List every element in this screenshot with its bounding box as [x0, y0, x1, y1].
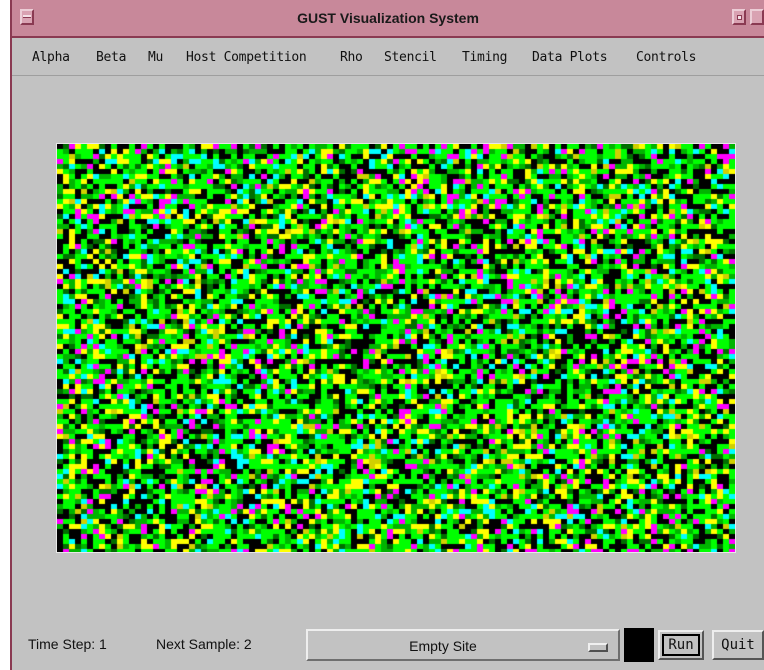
time-step-label: Time Step: 1 [28, 636, 107, 652]
site-type-dropdown[interactable]: Empty Site [306, 629, 620, 661]
quit-button[interactable]: Quit [712, 630, 764, 660]
site-type-value: Empty Site [409, 638, 477, 654]
minimize-button[interactable] [732, 9, 746, 25]
menu-host-competition[interactable]: Host Competition [186, 50, 307, 65]
window-title: GUST Visualization System [297, 10, 479, 26]
menu-alpha[interactable]: Alpha [32, 50, 70, 65]
next-sample-label: Next Sample: 2 [156, 636, 252, 652]
menu-mu[interactable]: Mu [148, 50, 163, 65]
main-window: GUST Visualization System Alpha Beta Mu … [10, 0, 764, 670]
simulation-grid[interactable] [56, 143, 736, 553]
run-button[interactable]: Run [658, 630, 704, 660]
title-bar[interactable]: GUST Visualization System [12, 0, 764, 38]
status-bar: Time Step: 1 Next Sample: 2 Empty Site R… [12, 620, 764, 670]
menu-rho[interactable]: Rho [340, 50, 363, 65]
dropdown-indicator-icon [588, 643, 608, 652]
menu-controls[interactable]: Controls [636, 50, 697, 65]
menu-beta[interactable]: Beta [96, 50, 126, 65]
site-color-swatch [624, 628, 654, 662]
menu-timing[interactable]: Timing [462, 50, 507, 65]
menu-stencil[interactable]: Stencil [384, 50, 437, 65]
maximize-button[interactable] [750, 9, 764, 25]
menu-data-plots[interactable]: Data Plots [532, 50, 608, 65]
menu-bar: Alpha Beta Mu Host Competition Rho Stenc… [12, 38, 764, 76]
simulation-grid-canvas[interactable] [57, 144, 735, 552]
